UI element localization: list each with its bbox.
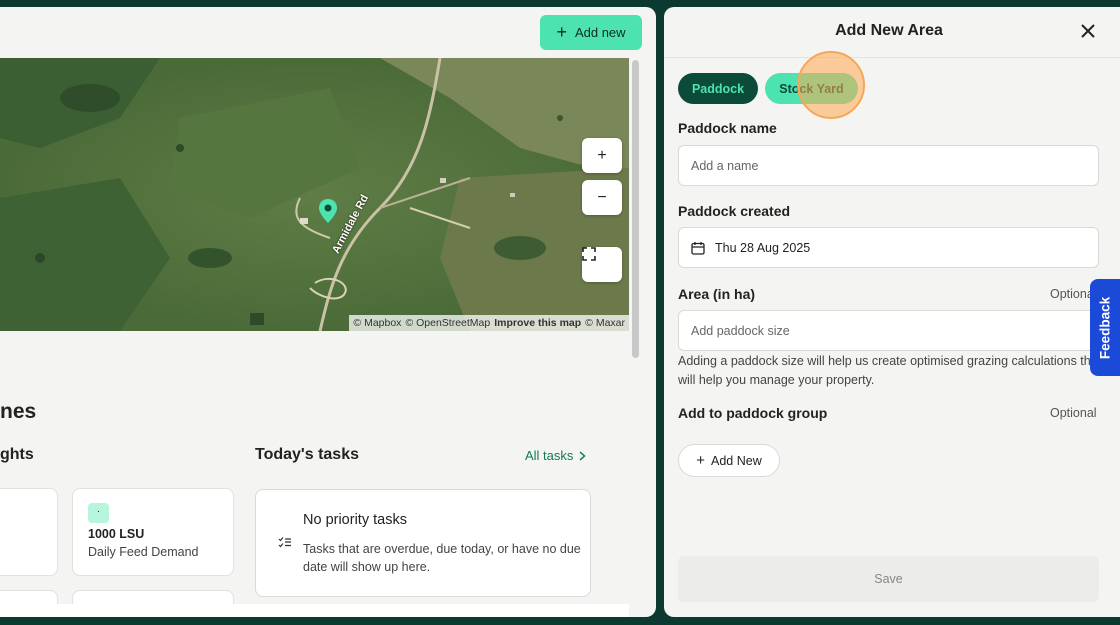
insights-heading: ghts bbox=[0, 446, 34, 463]
section-heading: nes bbox=[0, 400, 37, 423]
checklist-icon bbox=[278, 537, 291, 548]
no-tasks-title: No priority tasks bbox=[303, 512, 407, 528]
tab-paddock[interactable]: Paddock bbox=[678, 73, 758, 104]
click-indicator bbox=[797, 51, 865, 119]
save-button[interactable]: Save bbox=[678, 556, 1099, 602]
main-panel: + Add new Armidale Rd + − © Mapbox © Ope… bbox=[0, 7, 656, 617]
paddock-name-label: Paddock name bbox=[678, 120, 777, 136]
map-attribution: © Mapbox © OpenStreetMap Improve this ma… bbox=[349, 315, 629, 331]
feedback-tab[interactable]: Feedback bbox=[1090, 279, 1120, 376]
paddock-name-placeholder: Add a name bbox=[691, 158, 759, 173]
zoom-in-button[interactable]: + bbox=[582, 138, 622, 173]
drawer-title: Add New Area bbox=[835, 22, 943, 39]
paddock-created-value: Thu 28 Aug 2025 bbox=[715, 240, 811, 255]
priority-tasks-card: No priority tasks Tasks that are overdue… bbox=[255, 489, 591, 597]
area-placeholder: Add paddock size bbox=[691, 323, 790, 338]
add-new-label: Add new bbox=[574, 25, 626, 40]
feed-demand-label: Daily Feed Demand bbox=[88, 545, 199, 559]
group-optional: Optional bbox=[1050, 406, 1097, 420]
insight-card-feed-demand[interactable]: · 1000 LSU Daily Feed Demand bbox=[72, 488, 234, 576]
fullscreen-icon bbox=[582, 247, 596, 261]
bottom-strip bbox=[0, 604, 629, 617]
drawer-header: Add New Area bbox=[664, 7, 1120, 58]
area-input[interactable]: Add paddock size bbox=[678, 310, 1118, 351]
attribution-maxar[interactable]: © Maxar bbox=[585, 317, 625, 329]
todays-tasks-title: Today's tasks bbox=[255, 446, 359, 463]
attribution-osm[interactable]: © OpenStreetMap bbox=[405, 317, 490, 329]
plus-icon: + bbox=[696, 452, 706, 469]
attribution-mapbox[interactable]: © Mapbox bbox=[353, 317, 401, 329]
chevron-right-icon bbox=[579, 450, 587, 461]
card-icon: · bbox=[88, 503, 109, 523]
no-tasks-description: Tasks that are overdue, due today, or ha… bbox=[303, 542, 581, 574]
feedback-label: Feedback bbox=[1097, 296, 1113, 359]
paddock-created-label: Paddock created bbox=[678, 203, 791, 219]
add-new-group-label: Add New bbox=[711, 453, 762, 468]
add-new-button[interactable]: + Add new bbox=[540, 15, 642, 50]
area-label: Area (in ha) bbox=[678, 286, 756, 302]
paddock-name-input[interactable]: Add a name bbox=[678, 145, 1099, 186]
insight-card[interactable] bbox=[0, 488, 58, 576]
zoom-out-button[interactable]: − bbox=[582, 180, 622, 215]
improve-map-link[interactable]: Improve this map bbox=[494, 317, 581, 329]
calendar-icon bbox=[691, 241, 705, 255]
all-tasks-link[interactable]: All tasks bbox=[525, 448, 587, 463]
map-imagery bbox=[0, 58, 629, 331]
location-pin-icon[interactable] bbox=[318, 198, 338, 224]
scrollbar-thumb[interactable] bbox=[632, 60, 639, 358]
plus-icon: + bbox=[556, 21, 567, 42]
all-tasks-label: All tasks bbox=[525, 448, 574, 463]
close-icon[interactable] bbox=[1079, 22, 1097, 40]
fullscreen-button[interactable] bbox=[582, 247, 622, 282]
area-help-text: Adding a paddock size will help us creat… bbox=[678, 354, 1102, 387]
add-area-drawer: Add New Area Paddock Stock Yard Paddock … bbox=[664, 7, 1120, 617]
feed-demand-value: 1000 LSU bbox=[88, 527, 145, 541]
add-paddock-group-button[interactable]: + Add New bbox=[678, 444, 780, 477]
paddock-created-date-picker[interactable]: Thu 28 Aug 2025 bbox=[678, 227, 1099, 268]
satellite-map[interactable]: Armidale Rd + − © Mapbox © OpenStreetMap… bbox=[0, 58, 629, 331]
paddock-group-label: Add to paddock group bbox=[678, 405, 828, 421]
